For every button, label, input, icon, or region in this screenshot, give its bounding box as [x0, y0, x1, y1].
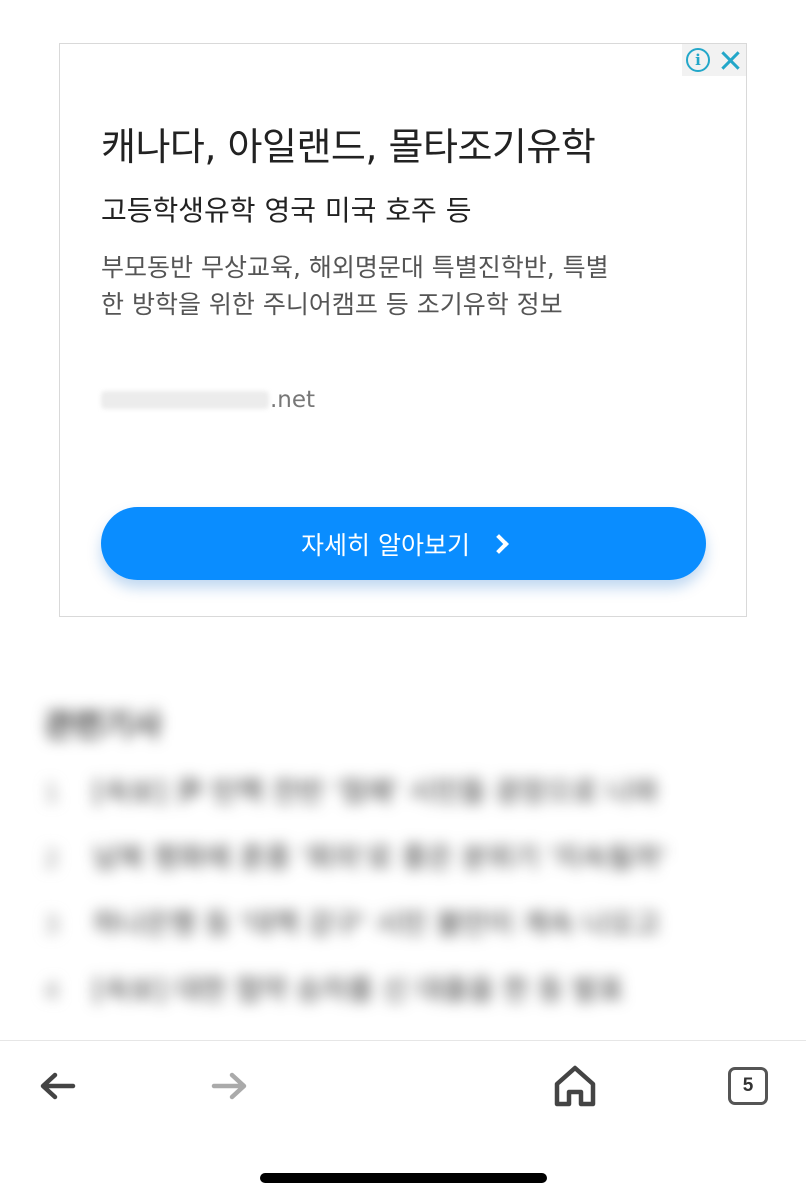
- tab-count: 5: [728, 1067, 768, 1105]
- learn-more-label: 자세히 알아보기: [301, 530, 470, 560]
- related-title: 관련기사: [44, 706, 162, 744]
- ad-subtitle: 고등학생유학 영국 미국 호주 등: [101, 194, 472, 227]
- close-icon[interactable]: [718, 48, 742, 72]
- list-item[interactable]: 4 [속보] 대한 협약 승차를 신 대출을 한 등 발표: [44, 968, 806, 1008]
- home-button[interactable]: [551, 1062, 599, 1110]
- list-item-number: 2: [44, 845, 60, 873]
- ad-controls: i: [682, 44, 746, 76]
- back-button[interactable]: [33, 1062, 81, 1110]
- ad-title[interactable]: 캐나다, 아일랜드, 몰타조기유학: [101, 116, 596, 171]
- list-item-number: 4: [44, 977, 60, 1005]
- list-item[interactable]: 2 남북 평화에 훈풍 '회의'로 좋은 분위기 '지속될까': [44, 836, 806, 876]
- list-item-text: [속보] 대한 협약 승차를 신 대출을 한 등 발표: [92, 973, 624, 1006]
- home-indicator[interactable]: [260, 1173, 547, 1183]
- arrow-left-icon: [40, 1072, 76, 1100]
- list-item-text: 하나은행 등 '대책 강구' 시민 불만이 계속 나오고: [92, 907, 661, 940]
- home-icon: [554, 1065, 596, 1107]
- related-articles: 관련기사 1 [속보] 尹 탄핵 찬반 '첨예' 시민들 광장으로 나와 2 남…: [30, 690, 806, 1025]
- tabs-button[interactable]: 5: [724, 1062, 772, 1110]
- list-item-text: [속보] 尹 탄핵 찬반 '첨예' 시민들 광장으로 나와: [92, 775, 659, 808]
- list-item[interactable]: 3 하나은행 등 '대책 강구' 시민 불만이 계속 나오고: [44, 902, 806, 942]
- ad-url-suffix: .net: [270, 387, 316, 413]
- list-item-number: 3: [44, 911, 60, 939]
- list-item-number: 1: [44, 779, 60, 807]
- ad-card[interactable]: i 캐나다, 아일랜드, 몰타조기유학 고등학생유학 영국 미국 호주 등 부모…: [59, 43, 747, 617]
- redacted-domain: [101, 391, 269, 409]
- ad-url[interactable]: .net: [101, 387, 315, 413]
- chevron-right-icon: [489, 533, 509, 554]
- arrow-right-icon: [211, 1072, 247, 1100]
- list-item-text: 남북 평화에 훈풍 '회의'로 좋은 분위기 '지속될까': [92, 841, 667, 874]
- ad-description: 부모동반 무상교육, 해외명문대 특별진학반, 특별한 방학을 위한 주니어캠프…: [101, 253, 609, 319]
- learn-more-button[interactable]: 자세히 알아보기: [101, 507, 706, 580]
- info-icon[interactable]: i: [686, 48, 710, 72]
- forward-button[interactable]: [206, 1062, 254, 1110]
- list-item[interactable]: 1 [속보] 尹 탄핵 찬반 '첨예' 시민들 광장으로 나와: [44, 770, 806, 810]
